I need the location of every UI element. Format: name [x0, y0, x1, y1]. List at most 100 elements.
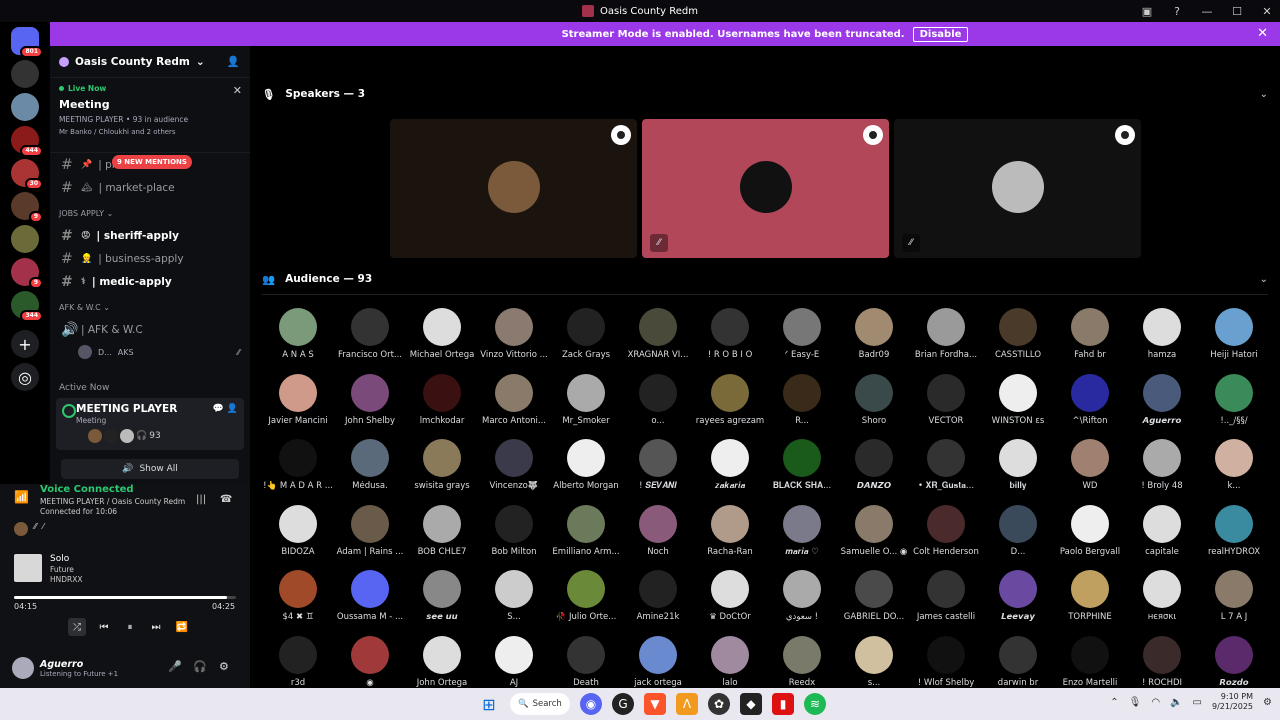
- audience-header[interactable]: 👥 Audience — 93: [262, 269, 372, 289]
- volume-icon[interactable]: 🔈: [1170, 697, 1182, 708]
- audience-member[interactable]: Racha-Ran: [694, 504, 766, 571]
- inbox-icon[interactable]: ▣: [1140, 4, 1154, 18]
- audience-member[interactable]: WINSTON εs: [982, 373, 1054, 440]
- voice-user[interactable]: D... AKS ⁄⁄: [50, 341, 250, 363]
- audience-member[interactable]: ! R O B I O: [694, 308, 766, 374]
- avatar[interactable]: [12, 657, 34, 679]
- server-icon[interactable]: 9: [11, 258, 43, 289]
- audience-member[interactable]: Francisco Ort...: [334, 308, 406, 374]
- audience-member[interactable]: s...: [838, 635, 910, 689]
- audience-member[interactable]: ᐟ Easy-E: [766, 308, 838, 374]
- discord-icon[interactable]: ◉: [580, 693, 602, 715]
- chatgpt-icon[interactable]: ✿: [708, 693, 730, 715]
- audience-member[interactable]: Vincenzo🐺: [478, 439, 550, 505]
- audience-member[interactable]: нєяσκι: [1126, 570, 1198, 636]
- gear-icon[interactable]: ⚙: [219, 660, 229, 673]
- audience-member[interactable]: 𝒎𝒂𝒓𝒊𝒂 ♡: [766, 504, 838, 571]
- audience-member[interactable]: Fahd br: [1054, 308, 1126, 374]
- audience-member[interactable]: John Ortega: [406, 635, 478, 689]
- server-icon[interactable]: 9: [11, 192, 43, 223]
- chevron-down-icon[interactable]: ⌄: [1260, 274, 1268, 285]
- help-icon[interactable]: ?: [1170, 4, 1184, 18]
- disconnect-icon[interactable]: ☎: [220, 494, 232, 505]
- banner-close-icon[interactable]: ✕: [1257, 26, 1268, 41]
- mic-muted-icon[interactable]: 🎤: [168, 660, 182, 673]
- audience-member[interactable]: 𝐁𝐋𝐀𝐂𝐊 𝐒𝐇𝐀...: [766, 439, 838, 505]
- category-afk[interactable]: AFK & W.C ⌄: [50, 296, 250, 318]
- audience-member[interactable]: !.._/§§/: [1198, 373, 1270, 440]
- meeting-player-card[interactable]: MEETING PLAYER Meeting 🎧 93 💬 👤: [56, 398, 244, 450]
- app-g-icon[interactable]: G: [612, 693, 634, 715]
- shuffle-icon[interactable]: ⤮: [68, 618, 86, 636]
- channel-medic-apply[interactable]: # ⚕ | medic-apply: [50, 270, 250, 293]
- audience-member[interactable]: Emilliano Arm...: [550, 504, 622, 571]
- audience-member[interactable]: Alberto Morgan: [550, 439, 622, 505]
- show-all-button[interactable]: 🔊 Show All: [61, 459, 239, 479]
- minimize-icon[interactable]: —: [1200, 4, 1214, 18]
- audience-member[interactable]: BOB CHLE7: [406, 504, 478, 571]
- audience-member[interactable]: rayees agrezam: [694, 373, 766, 440]
- audience-member[interactable]: 𝙨𝙚𝙚 𝙪𝙪: [406, 570, 478, 636]
- audience-member[interactable]: 𝘼𝙜𝙪𝙚𝙧𝙧𝙤: [1126, 373, 1198, 440]
- app-a-icon[interactable]: Λ: [676, 693, 698, 715]
- disable-button[interactable]: Disable: [912, 26, 969, 42]
- live-stage-card[interactable]: Live Now Meeting MEETING PLAYER • 93 in …: [50, 78, 250, 153]
- audience-member[interactable]: o...: [622, 373, 694, 440]
- audience-member[interactable]: سعودي !: [766, 570, 838, 636]
- voice-connected-label[interactable]: Voice Connected: [40, 484, 134, 495]
- audience-member[interactable]: VECTOR: [910, 373, 982, 440]
- audience-member[interactable]: TORPHINE: [1054, 570, 1126, 636]
- audience-member[interactable]: Shoro: [838, 373, 910, 440]
- audience-member[interactable]: Michael Ortega: [406, 308, 478, 374]
- channel-pi[interactable]: # 📌 | pi 9 NEW MENTIONS: [50, 153, 250, 176]
- audience-member[interactable]: 𝐛𝐢𝐥𝐥𝐲: [982, 439, 1054, 505]
- audience-member[interactable]: Paolo Bergvall: [1054, 504, 1126, 571]
- server-icon[interactable]: [11, 60, 39, 88]
- speakers-header[interactable]: 🎙 Speakers — 3: [262, 84, 365, 104]
- audience-member[interactable]: darwin br: [982, 635, 1054, 689]
- audience-member[interactable]: • 𝐗𝐑_𝐆𝐮𝐬𝐭𝐚...: [910, 439, 982, 505]
- audience-member[interactable]: 𝘿𝘼𝙉𝙕𝙊: [838, 439, 910, 505]
- speaker-tile[interactable]: ⁄⁄: [642, 119, 889, 258]
- audience-member[interactable]: Colt Henderson: [910, 504, 982, 571]
- channel-market-place[interactable]: # 🏔 | market-place: [50, 176, 250, 199]
- audience-member[interactable]: Death: [550, 635, 622, 689]
- audience-member[interactable]: ◉: [334, 635, 406, 689]
- voice-channel-label[interactable]: MEETING PLAYER / Oasis County Redm: [40, 497, 185, 506]
- audience-member[interactable]: CASSTILLO: [982, 308, 1054, 374]
- audience-member[interactable]: !👆 M A D A R ...: [262, 439, 334, 505]
- audience-member[interactable]: S...: [478, 570, 550, 636]
- spotify-icon[interactable]: ≋: [804, 693, 826, 715]
- audience-member[interactable]: John Shelby: [334, 373, 406, 440]
- audience-member[interactable]: Zack Grays: [550, 308, 622, 374]
- audience-member[interactable]: Enzo Martelli: [1054, 635, 1126, 689]
- category-jobs-apply[interactable]: JOBS APPLY ⌄: [50, 202, 250, 224]
- song-progress[interactable]: [14, 596, 236, 599]
- audience-member[interactable]: realHYDROX: [1198, 504, 1270, 571]
- audience-member[interactable]: Mr_Smoker: [550, 373, 622, 440]
- signal-icon[interactable]: 📶: [14, 490, 30, 506]
- audience-member[interactable]: Javier Mancini: [262, 373, 334, 440]
- soundboard-icon[interactable]: |||: [196, 494, 206, 505]
- search-box[interactable]: 🔍 Search: [510, 693, 570, 715]
- audience-member[interactable]: jack ortega: [622, 635, 694, 689]
- brave-icon[interactable]: ▼: [644, 693, 666, 715]
- audience-member[interactable]: R...: [766, 373, 838, 440]
- pause-icon[interactable]: ⏸: [122, 619, 138, 635]
- clock[interactable]: 9:10 PM 9/21/2025: [1212, 692, 1253, 712]
- audience-member[interactable]: ! 𝑺𝑬𝑽𝑨𝑵𝑰: [622, 439, 694, 505]
- speaker-tile[interactable]: [390, 119, 637, 258]
- windows-start-icon[interactable]: ⊞: [478, 693, 500, 715]
- new-mentions-badge[interactable]: 9 NEW MENTIONS: [112, 155, 192, 169]
- channel-sheriff-apply[interactable]: # 😡 | sheriff-apply: [50, 224, 250, 247]
- server-icon[interactable]: 344: [11, 291, 43, 322]
- audience-member[interactable]: Brian Fordha...: [910, 308, 982, 374]
- audience-member[interactable]: Oussama M - ...: [334, 570, 406, 636]
- audience-member[interactable]: AJ: [478, 635, 550, 689]
- audience-member[interactable]: ♛ DoCtOr: [694, 570, 766, 636]
- audience-member[interactable]: BIDOZA: [262, 504, 334, 571]
- audience-member[interactable]: ! Wlof Shelby: [910, 635, 982, 689]
- audience-member[interactable]: ^\Rifton: [1054, 373, 1126, 440]
- notification-icon[interactable]: ⚙: [1263, 697, 1272, 708]
- audience-member[interactable]: 𝙇𝙚𝙚𝙫𝙖𝙮: [982, 570, 1054, 636]
